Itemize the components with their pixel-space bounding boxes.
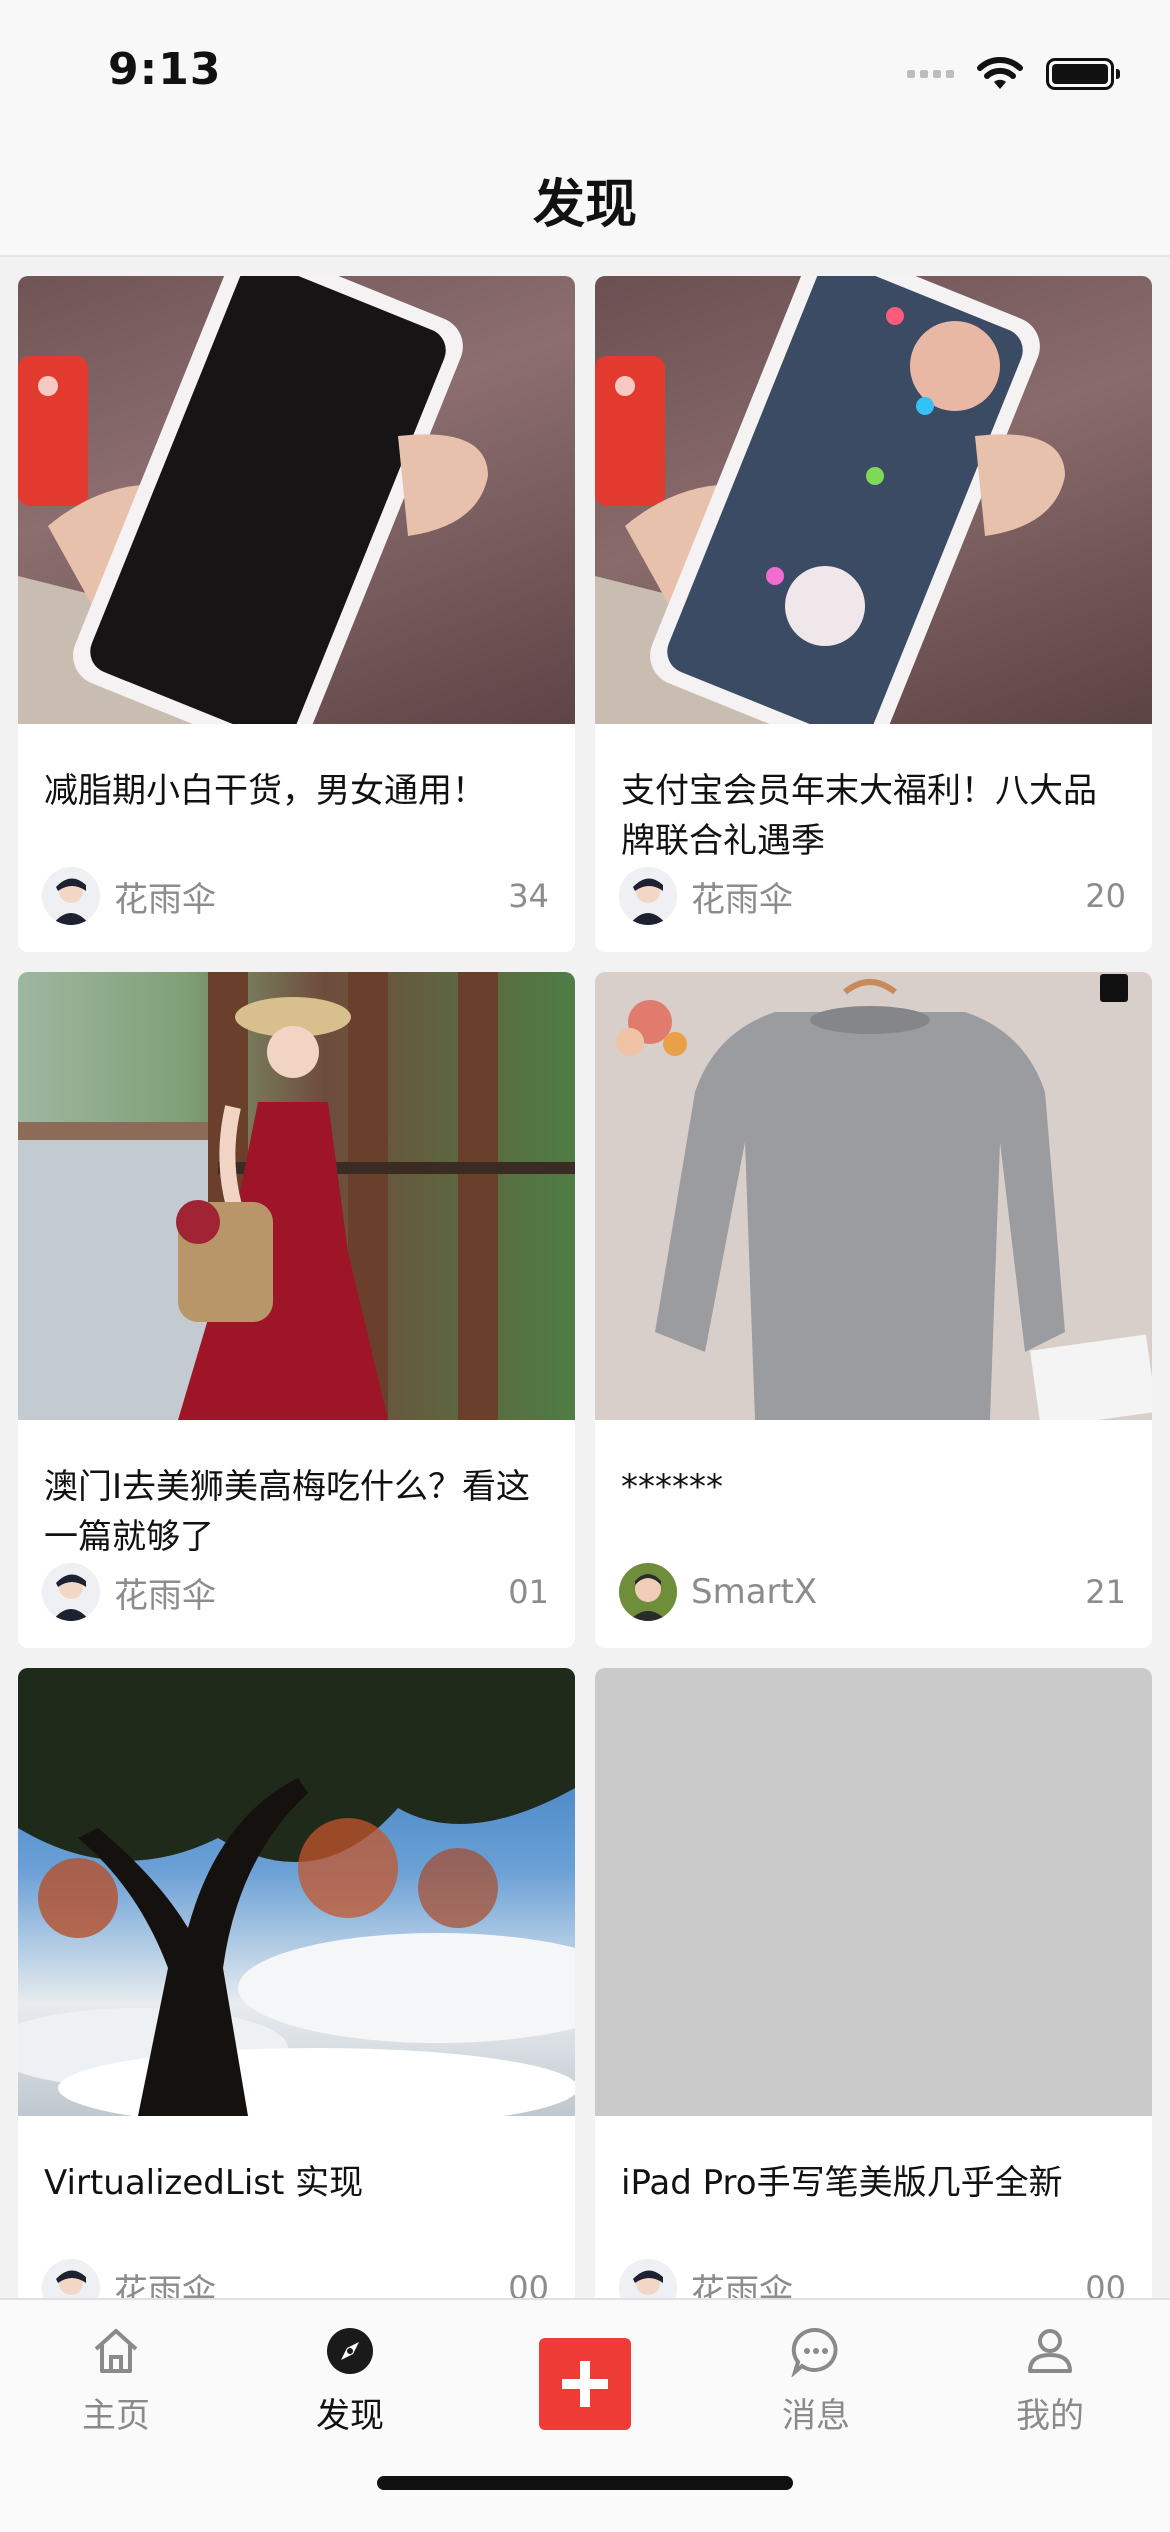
message-icon	[736, 2318, 896, 2384]
card-image	[18, 1668, 575, 2116]
tab-discover[interactable]: 发现	[270, 2318, 430, 2437]
like-count: 20	[1085, 877, 1126, 915]
card-meta: 花雨伞 01	[42, 1562, 549, 1622]
card-title: 支付宝会员年末大福利！八大品牌联合礼遇季	[621, 771, 1097, 861]
like-count: 01	[508, 1573, 549, 1611]
card-grid: 减脂期小白干货，男女通用！ 花雨伞 34 支付宝会员年末大福利！八大品牌联合礼遇…	[18, 276, 1152, 2344]
tab-label: 发现	[316, 2396, 384, 2436]
feed-card[interactable]: 澳门I去美狮美高梅吃什么？看这一篇就够了 花雨伞 01	[18, 972, 575, 1648]
tab-messages[interactable]: 消息	[736, 2318, 896, 2437]
card-meta: SmartX 21	[619, 1562, 1126, 1622]
card-title: 减脂期小白干货，男女通用！	[44, 771, 486, 811]
card-image	[18, 276, 575, 724]
feed[interactable]: 减脂期小白干货，男女通用！ 花雨伞 34 支付宝会员年末大福利！八大品牌联合礼遇…	[18, 276, 1152, 2344]
feed-card[interactable]: iPad Pro手写笔美版几乎全新 花雨伞 00	[595, 1668, 1152, 2344]
card-meta: 花雨伞 34	[42, 866, 549, 926]
author-name: 花雨伞	[114, 1575, 216, 1616]
card-meta: 花雨伞 20	[619, 866, 1126, 926]
card-image	[595, 972, 1152, 1420]
avatar	[42, 1563, 100, 1621]
feed-card[interactable]: VirtualizedList 实现 花雨伞 00	[18, 1668, 575, 2344]
page-title: 发现	[532, 175, 637, 235]
avatar	[619, 867, 677, 925]
add-post-button[interactable]	[539, 2338, 631, 2430]
status-time: 9:13	[108, 44, 222, 95]
status-icons	[907, 52, 1120, 96]
feed-card[interactable]: 支付宝会员年末大福利！八大品牌联合礼遇季 花雨伞 20	[595, 276, 1152, 952]
wifi-icon	[977, 57, 1023, 89]
card-title: ******	[621, 1467, 723, 1507]
tab-profile[interactable]: 我的	[970, 2318, 1130, 2437]
tab-label: 我的	[1016, 2396, 1084, 2436]
top-bar: 9:13 发现	[0, 0, 1170, 257]
avatar	[619, 1563, 677, 1621]
discover-screen: 9:13 发现 减脂期小白干货，男女通用！ 花雨伞 34 支付宝会员年末大福利！…	[0, 0, 1170, 2532]
tab-label: 消息	[782, 2396, 850, 2436]
like-count: 21	[1085, 1573, 1126, 1611]
tab-bar: 主页 发现 消息 我的	[0, 2298, 1170, 2532]
card-image	[595, 276, 1152, 724]
profile-icon	[970, 2318, 1130, 2384]
plus-icon	[562, 2361, 608, 2407]
card-image-placeholder	[595, 1668, 1152, 2116]
author-name: 花雨伞	[114, 879, 216, 920]
card-title: VirtualizedList 实现	[44, 2163, 364, 2203]
home-icon	[36, 2318, 196, 2384]
like-count: 34	[508, 877, 549, 915]
feed-card[interactable]: ****** SmartX 21	[595, 972, 1152, 1648]
compass-icon	[270, 2318, 430, 2384]
author-name: 花雨伞	[691, 879, 793, 920]
battery-icon	[1046, 58, 1120, 90]
tab-label: 主页	[82, 2396, 150, 2436]
avatar	[42, 867, 100, 925]
author-name: SmartX	[691, 1572, 818, 1612]
feed-card[interactable]: 减脂期小白干货，男女通用！ 花雨伞 34	[18, 276, 575, 952]
home-indicator[interactable]	[377, 2476, 793, 2490]
card-image	[18, 972, 575, 1420]
tab-home[interactable]: 主页	[36, 2318, 196, 2437]
cellular-signal-icon	[907, 70, 954, 78]
card-title: 澳门I去美狮美高梅吃什么？看这一篇就够了	[44, 1467, 531, 1557]
card-title: iPad Pro手写笔美版几乎全新	[621, 2163, 1063, 2203]
